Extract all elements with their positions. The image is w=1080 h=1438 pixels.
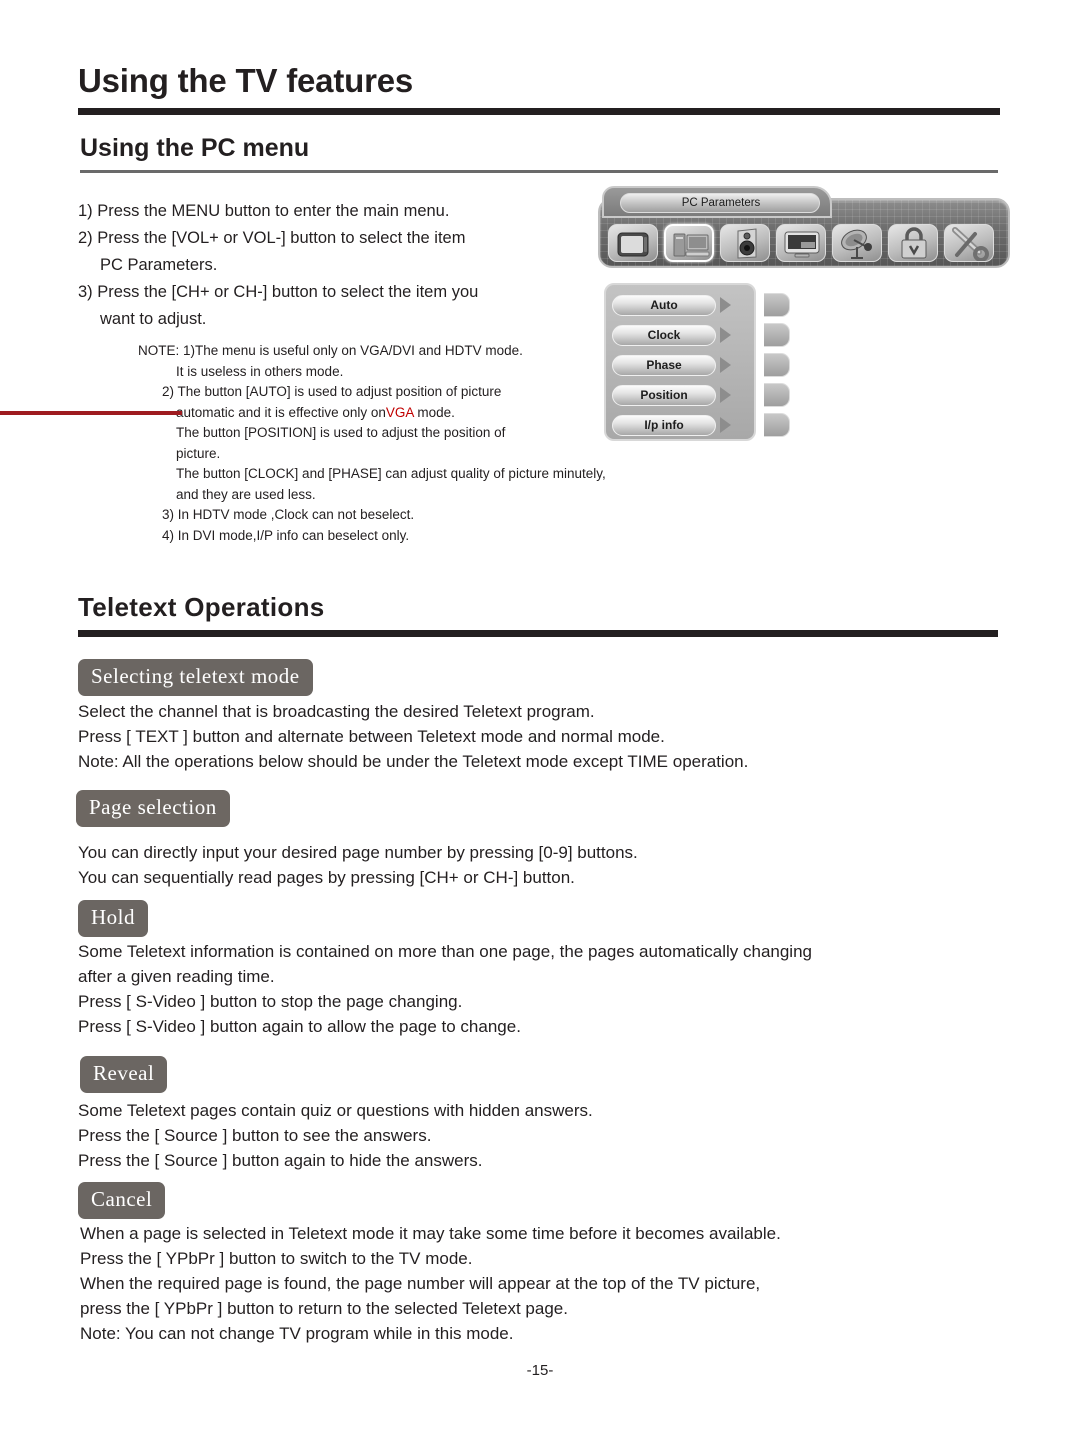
step-3: 3) Press the [CH+ or CH-] button to sele… bbox=[78, 283, 479, 301]
osd-item-auto[interactable]: Auto bbox=[612, 294, 716, 316]
note-line-8: and they are used less. bbox=[176, 486, 316, 502]
badge-hold: Hold bbox=[78, 900, 148, 937]
screen-icon[interactable] bbox=[776, 224, 826, 262]
lock-icon[interactable] bbox=[888, 224, 938, 262]
teletext-selecting-line-1: Select the channel that is broadcasting … bbox=[78, 702, 595, 721]
osd-row-stub bbox=[764, 323, 790, 347]
osd-menu-row-ip-info[interactable]: I/p info bbox=[612, 411, 790, 439]
section-rule bbox=[80, 170, 998, 173]
osd-menu-row-clock[interactable]: Clock bbox=[612, 321, 790, 349]
teletext-reveal-line-3: Press the [ Source ] button again to hid… bbox=[78, 1151, 483, 1170]
teletext-page-line-1: You can directly input your desired page… bbox=[78, 843, 638, 862]
badge-reveal: Reveal bbox=[80, 1056, 168, 1093]
teletext-hold-line-4: Press [ S-Video ] button again to allow … bbox=[78, 1017, 521, 1036]
teletext-cancel-line-1: When a page is selected in Teletext mode… bbox=[80, 1224, 781, 1243]
note-line-4-tail: mode. bbox=[413, 404, 455, 420]
teletext-reveal-line-2: Press the [ Source ] button to see the a… bbox=[78, 1126, 432, 1145]
osd-item-ip-info[interactable]: I/p info bbox=[612, 414, 716, 436]
note-vga-highlight: VGA bbox=[385, 404, 414, 420]
osd-menu-bar: PC Parameters bbox=[598, 186, 1012, 270]
margin-red-line bbox=[0, 411, 182, 415]
pc-menu-steps: 1) Press the MENU button to enter the ma… bbox=[78, 198, 578, 333]
tools-icon[interactable] bbox=[944, 224, 994, 262]
osd-row-stub bbox=[764, 293, 790, 317]
teletext-cancel-line-5: Note: You can not change TV program whil… bbox=[80, 1324, 514, 1343]
teletext-page-line-2: You can sequentially read pages by press… bbox=[78, 868, 575, 887]
page-number: -15- bbox=[526, 1362, 554, 1379]
note-line-10: 4) In DVI mode,I/P info can beselect onl… bbox=[162, 527, 410, 543]
teletext-selecting-body: Select the channel that is broadcasting … bbox=[78, 699, 978, 774]
osd-item-clock[interactable]: Clock bbox=[612, 324, 716, 346]
teletext-hold-line-2: after a given reading time. bbox=[78, 967, 275, 986]
note-line-7: The button [CLOCK] and [PHASE] can adjus… bbox=[176, 466, 606, 481]
chevron-right-icon bbox=[720, 387, 731, 403]
chapter-rule bbox=[78, 108, 1000, 115]
step-1: 1) Press the MENU button to enter the ma… bbox=[78, 202, 450, 220]
osd-menu-row-phase[interactable]: Phase bbox=[612, 351, 790, 379]
osd-tab: PC Parameters bbox=[602, 186, 832, 218]
teletext-reveal-body: Some Teletext pages contain quiz or ques… bbox=[78, 1098, 978, 1173]
osd-item-phase[interactable]: Phase bbox=[612, 354, 716, 376]
note-line-9: 3) In HDTV mode ,Clock can not beselect. bbox=[162, 507, 415, 522]
teletext-hold-line-3: Press [ S-Video ] button to stop the pag… bbox=[78, 992, 463, 1011]
badge-page-selection: Page selection bbox=[76, 790, 230, 827]
chevron-right-icon bbox=[720, 357, 731, 373]
teletext-reveal-line-1: Some Teletext pages contain quiz or ques… bbox=[78, 1101, 593, 1120]
teletext-page-selection-body: You can directly input your desired page… bbox=[78, 840, 978, 890]
satellite-dish-icon[interactable] bbox=[832, 224, 882, 262]
tv-icon[interactable] bbox=[608, 224, 658, 262]
teletext-cancel-line-3: When the required page is found, the pag… bbox=[80, 1274, 761, 1293]
speaker-icon[interactable] bbox=[720, 224, 770, 262]
osd-row-stub bbox=[764, 383, 790, 407]
teletext-cancel-body: When a page is selected in Teletext mode… bbox=[80, 1221, 1020, 1346]
section-title-pc-menu: Using the PC menu bbox=[80, 134, 310, 162]
pc-icon[interactable] bbox=[664, 224, 714, 262]
teletext-selecting-line-3: Note: All the operations below should be… bbox=[78, 752, 749, 771]
osd-row-stub bbox=[764, 413, 790, 437]
osd-menu-row-auto[interactable]: Auto bbox=[612, 291, 790, 319]
chevron-right-icon bbox=[720, 417, 731, 433]
section-title-teletext: Teletext Operations bbox=[78, 592, 325, 622]
document-page: Using the TV features Using the PC menu … bbox=[0, 0, 1080, 1438]
note-line-4-text: automatic and it is effective only on bbox=[176, 404, 386, 420]
teletext-rule bbox=[78, 630, 998, 637]
step-3-continuation: want to adjust. bbox=[100, 310, 207, 328]
step-2: 2) Press the [VOL+ or VOL-] button to se… bbox=[78, 229, 466, 247]
step-2-continuation: PC Parameters. bbox=[100, 256, 218, 274]
chevron-right-icon bbox=[720, 327, 731, 343]
osd-icon-row bbox=[608, 224, 994, 262]
osd-pc-parameters-list: Auto Clock Phase Position I/p info bbox=[604, 283, 790, 441]
osd-item-position[interactable]: Position bbox=[612, 384, 716, 406]
badge-cancel: Cancel bbox=[78, 1182, 166, 1219]
teletext-hold-body: Some Teletext information is contained o… bbox=[78, 939, 998, 1039]
page-title: Using the TV features bbox=[78, 62, 414, 99]
note-line-6: picture. bbox=[176, 445, 221, 461]
osd-menu-row-position[interactable]: Position bbox=[612, 381, 790, 409]
teletext-selecting-line-2: Press [ TEXT ] button and alternate betw… bbox=[78, 727, 665, 746]
osd-tab-label: PC Parameters bbox=[681, 197, 761, 209]
teletext-cancel-line-2: Press the [ YPbPr ] button to switch to … bbox=[80, 1249, 473, 1268]
osd-row-stub bbox=[764, 353, 790, 377]
teletext-hold-line-1: Some Teletext information is contained o… bbox=[78, 942, 812, 961]
chevron-right-icon bbox=[720, 297, 731, 313]
teletext-cancel-line-4: press the [ YPbPr ] button to return to … bbox=[80, 1299, 568, 1318]
badge-selecting-teletext-mode: Selecting teletext mode bbox=[78, 659, 313, 696]
